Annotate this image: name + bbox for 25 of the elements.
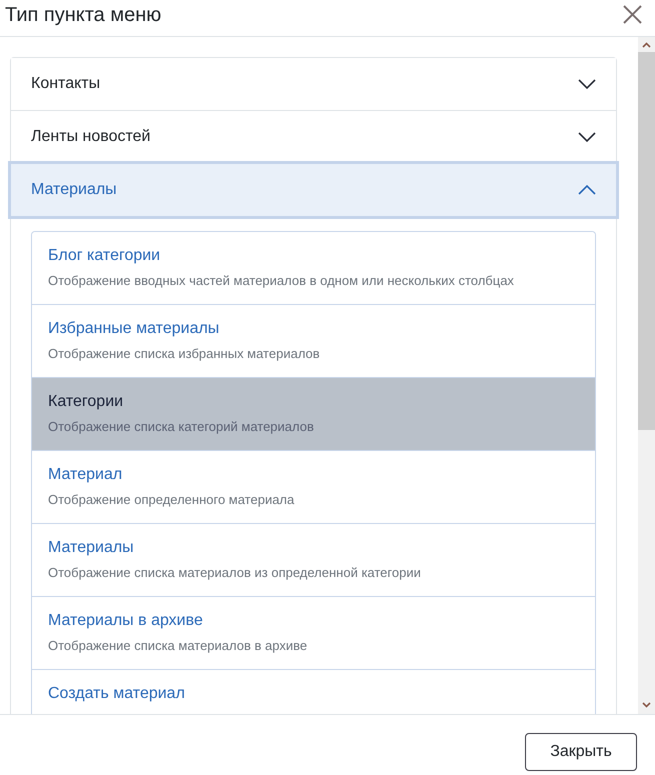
section-header[interactable]: Материалы — [11, 164, 616, 216]
close-button[interactable] — [623, 4, 642, 24]
option-description: Отображение определенного материала — [48, 492, 296, 508]
chevron-down-icon — [578, 132, 596, 142]
option-description: Отображение списка материалов из определенной категории — [48, 565, 422, 581]
option-description: Отображение списка категорий материалов — [48, 419, 315, 435]
close-icon — [623, 4, 642, 24]
close-dialog-button[interactable]: Закрыть — [525, 732, 637, 770]
option-title: Блог категории — [48, 246, 162, 266]
option-title: Создать материал — [48, 684, 186, 704]
dialog-title: Тип пункта меню — [5, 3, 162, 28]
option-title: Категории — [48, 392, 124, 412]
scroll-down-icon[interactable] — [642, 702, 651, 708]
scroll-up-icon[interactable] — [642, 42, 651, 48]
option-title: Материалы в архиве — [48, 611, 204, 631]
option-description: Отображение списка избранных материалов — [48, 346, 321, 362]
menu-type-option[interactable]: Категории Отображение списка категорий материалов — [32, 377, 595, 450]
option-description: Отображение списка материалов в архиве — [48, 638, 308, 654]
option-title: Материалы — [48, 538, 135, 558]
chevron-down-icon — [578, 79, 596, 89]
option-title: Материал — [48, 465, 124, 485]
option-description: Отображение вводных частей материалов в одном или нескольких столбцах — [48, 273, 515, 289]
option-title: Избранные материалы — [48, 319, 220, 339]
chevron-up-icon — [578, 185, 596, 195]
scrollbar-thumb[interactable] — [638, 52, 655, 430]
